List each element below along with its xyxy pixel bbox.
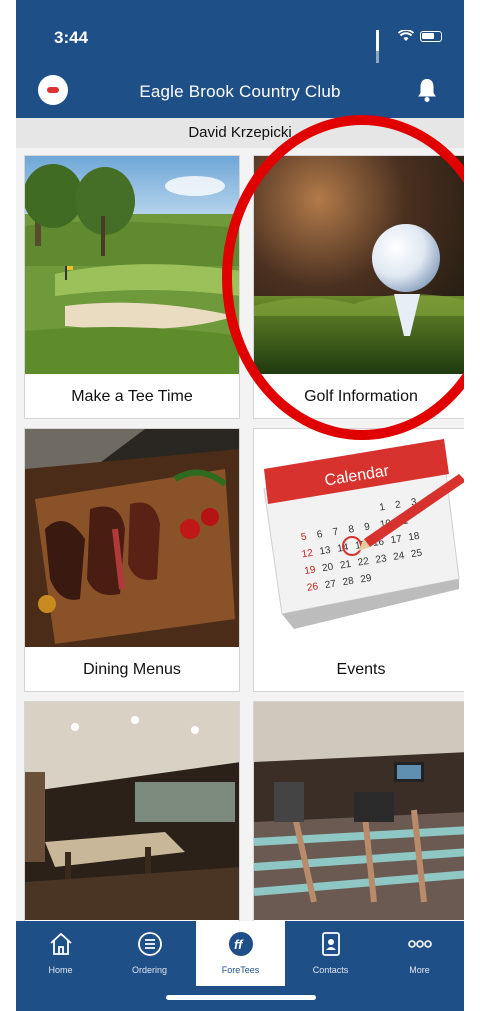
top-bar: 3:44 Eagle Brook Country Club [16, 0, 464, 118]
notification-bell-icon[interactable] [416, 77, 438, 103]
svg-text:23: 23 [375, 553, 388, 566]
tile-label: Events [336, 661, 386, 678]
tab-ordering[interactable]: Ordering [105, 921, 194, 986]
contacts-book-icon [321, 932, 340, 956]
tile-dining-room[interactable] [24, 701, 240, 931]
svg-text:19: 19 [304, 564, 317, 577]
tile-events[interactable]: Calendar 1 2 3 4 5 6 7 8 9 10 11 12 13 1… [253, 428, 464, 692]
status-time: 3:44 [54, 28, 89, 47]
calendar-image: Calendar 1 2 3 4 5 6 7 8 9 10 11 12 13 1… [254, 429, 464, 647]
more-dots-icon [407, 940, 432, 948]
svg-text:21: 21 [339, 559, 352, 572]
tile-dining-menus[interactable]: Dining Menus [24, 428, 240, 692]
svg-text:27: 27 [324, 578, 337, 591]
foretees-logo-icon: ff [228, 932, 253, 956]
tile-golf-information[interactable]: Golf Information [253, 155, 464, 419]
tab-contacts[interactable]: Contacts [286, 921, 375, 986]
svg-text:22: 22 [357, 556, 370, 569]
signal-icon [376, 30, 392, 63]
svg-text:13: 13 [319, 545, 332, 558]
svg-text:29: 29 [360, 573, 373, 586]
golf-ball-on-tee-image [254, 156, 464, 374]
menu-list-icon [137, 932, 162, 956]
svg-text:25: 25 [410, 548, 423, 561]
tab-label: ForeTees [221, 965, 260, 975]
tab-more[interactable]: More [375, 921, 464, 986]
tab-foretees[interactable]: ff ForeTees [196, 921, 285, 986]
tile-make-a-tee-time[interactable]: Make a Tee Time [24, 155, 240, 419]
battery-icon [420, 30, 442, 42]
golf-course-image [25, 156, 239, 374]
home-indicator [166, 995, 316, 1000]
tile-label: Golf Information [304, 388, 418, 405]
bottom-tab-bar: Home Ordering ff ForeTees Contacts More [16, 921, 464, 1011]
svg-text:18: 18 [408, 531, 421, 544]
fitness-room-image [254, 702, 464, 920]
svg-text:12: 12 [301, 548, 314, 561]
tab-home[interactable]: Home [16, 921, 105, 986]
tile-fitness-center[interactable] [253, 701, 464, 931]
wifi-icon [398, 30, 414, 41]
svg-text:20: 20 [321, 562, 334, 575]
svg-text:24: 24 [393, 550, 406, 563]
tab-label: More [409, 965, 430, 975]
svg-text:28: 28 [342, 576, 355, 589]
dining-room-image [25, 702, 239, 920]
tab-label: Home [48, 965, 73, 975]
tab-label: Contacts [312, 965, 349, 975]
svg-text:17: 17 [390, 534, 403, 547]
member-name: David Krzepicki [16, 118, 464, 148]
steak-on-board-image [25, 429, 239, 647]
home-icon [49, 932, 72, 955]
tile-label: Dining Menus [83, 661, 181, 678]
club-title: Eagle Brook Country Club [139, 82, 341, 101]
tile-label: Make a Tee Time [71, 388, 193, 405]
status-icons [376, 30, 442, 63]
phone-screen: 3:44 Eagle Brook Country Club David Krze… [16, 0, 464, 1011]
svg-text:26: 26 [306, 581, 319, 594]
tab-label: Ordering [131, 965, 167, 975]
